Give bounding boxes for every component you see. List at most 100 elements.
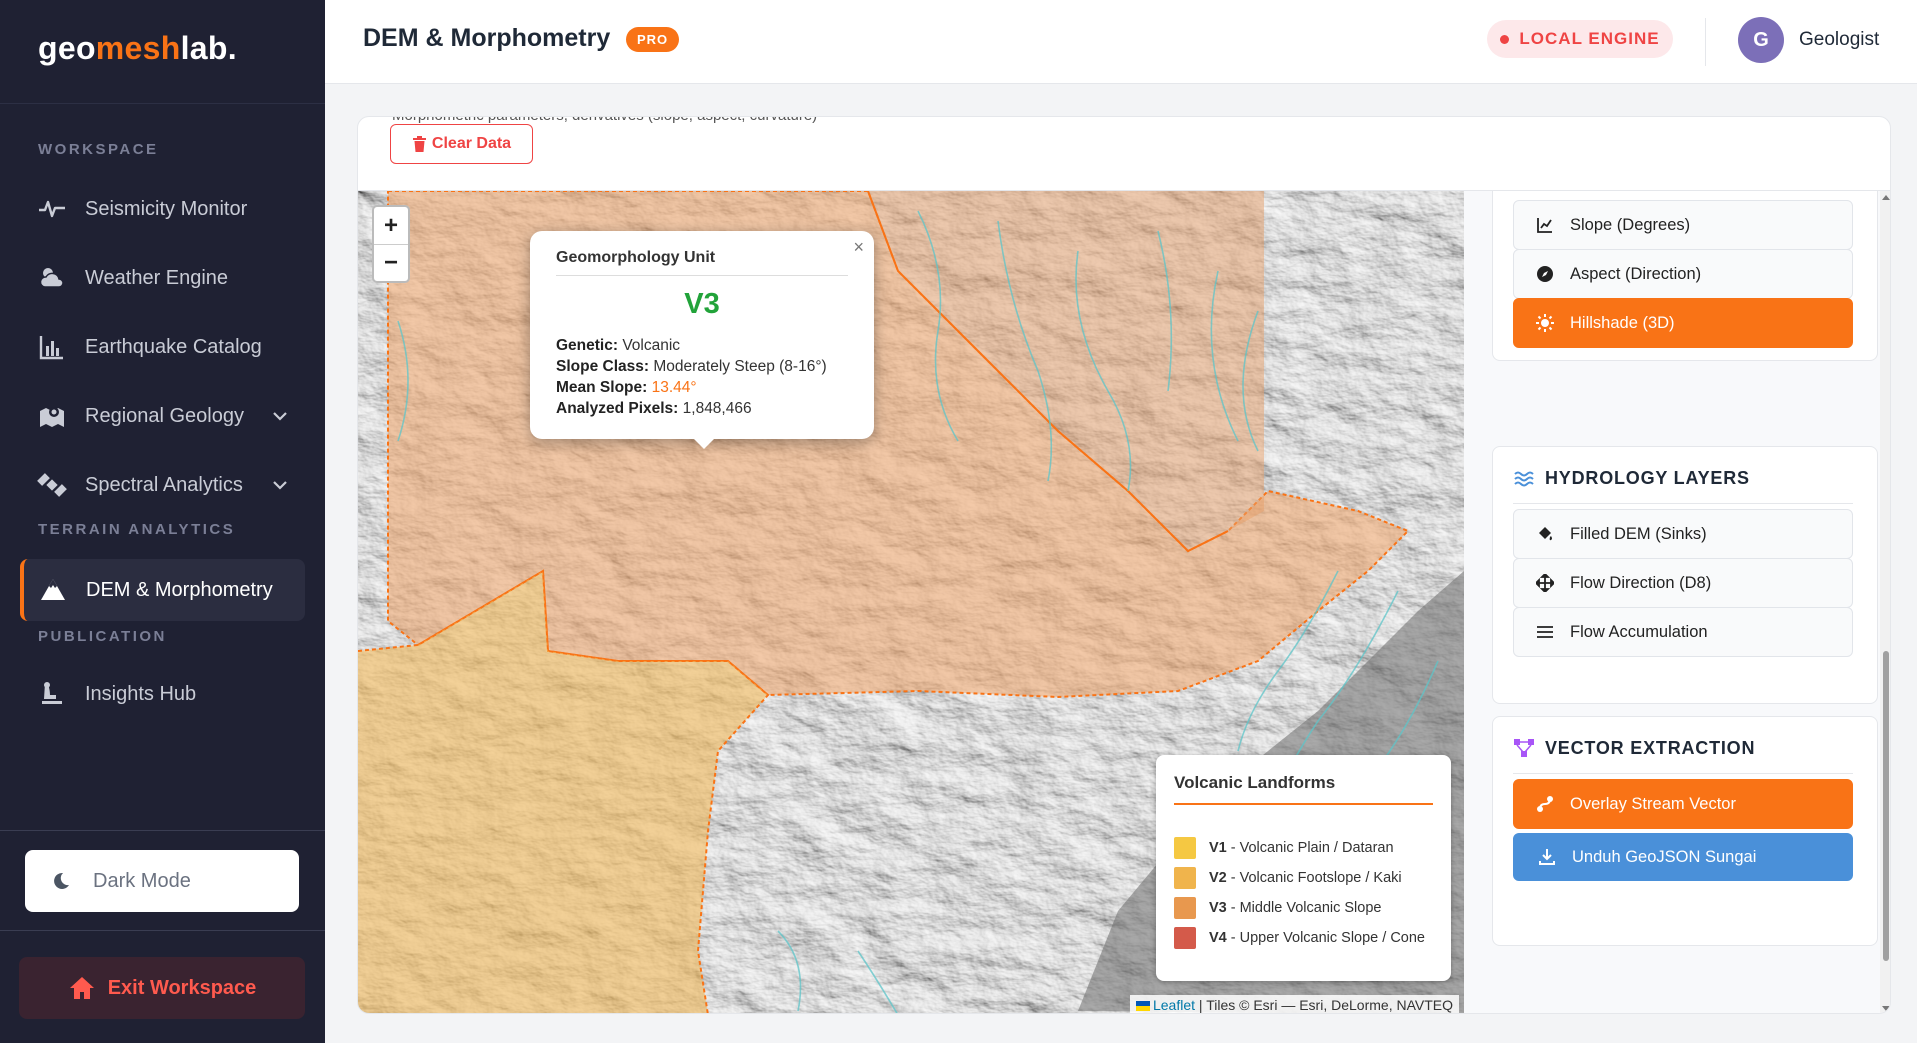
map-attribution: Leaflet | Tiles © Esri — Esri, DeLorme, … [1129, 995, 1459, 1013]
legend-code: V1 [1209, 840, 1227, 856]
popup-value: Moderately Steep (8-16°) [653, 358, 827, 375]
scroll-down-arrow[interactable] [1882, 1006, 1890, 1011]
sidebar-item-insights-hub[interactable]: Insights Hub [20, 663, 305, 725]
header-divider [1705, 18, 1706, 66]
popup-label: Mean Slope: [556, 379, 648, 396]
map-canvas[interactable]: + − × Geomorphology Unit V3 Genetic: Vol… [358, 191, 1464, 1013]
vector-title: VECTOR EXTRACTION [1545, 737, 1756, 758]
sidebar: geomeshlab. WORKSPACE Seismicity Monitor… [0, 0, 325, 1043]
logo-part-lab: lab. [180, 30, 237, 66]
button-label: Filled DEM (Sinks) [1570, 524, 1707, 543]
sidebar-item-seismicity-monitor[interactable]: Seismicity Monitor [20, 178, 305, 240]
legend-item-v4: V4- Upper Volcanic Slope / Cone [1174, 923, 1433, 953]
download-icon [1539, 849, 1555, 865]
section-label-publication: PUBLICATION [38, 628, 167, 645]
legend-item-v2: V2- Volcanic Footslope / Kaki [1174, 863, 1433, 893]
dem-workspace-card: Morphometric parameters, derivatives (sl… [357, 116, 1891, 1014]
filled-dem-button[interactable]: Filled DEM (Sinks) [1513, 509, 1853, 559]
button-label: Flow Direction (D8) [1570, 573, 1712, 592]
legend-swatch [1174, 867, 1196, 889]
vector-header: VECTOR EXTRACTION [1513, 737, 1853, 774]
user-name[interactable]: Geologist [1799, 29, 1879, 51]
logo-part-geo: geo [38, 30, 96, 66]
zoom-in-button[interactable]: + [374, 207, 408, 244]
popup-unit-code: V3 [684, 288, 720, 320]
button-label: Hillshade (3D) [1570, 313, 1675, 332]
avatar[interactable]: G [1738, 17, 1784, 63]
sidebar-item-spectral-analytics[interactable]: Spectral Analytics [20, 454, 305, 516]
satellite-icon [37, 473, 67, 497]
clear-data-label: Clear Data [431, 135, 512, 152]
sidebar-item-dem-morphometry[interactable]: DEM & Morphometry [20, 559, 305, 621]
download-geojson-button[interactable]: Unduh GeoJSON Sungai [1513, 833, 1853, 881]
sidebar-divider [0, 930, 325, 931]
popup-row-slope-class: Slope Class: Moderately Steep (8-16°) [556, 356, 848, 377]
legend-swatch [1174, 837, 1196, 859]
chevron-down-icon [273, 481, 287, 490]
sidebar-item-label: Regional Geology [85, 404, 244, 427]
popup-row-genetic: Genetic: Volcanic [556, 335, 848, 356]
button-label: Unduh GeoJSON Sungai [1572, 847, 1757, 866]
legend-code: V4 [1209, 930, 1227, 946]
flow-accumulation-button[interactable]: Flow Accumulation [1513, 607, 1853, 657]
button-label: Overlay Stream Vector [1570, 794, 1736, 813]
flow-direction-button[interactable]: Flow Direction (D8) [1513, 558, 1853, 608]
sidebar-item-weather-engine[interactable]: Weather Engine [20, 247, 305, 309]
zoom-control: + − [372, 205, 410, 283]
button-label: Slope (Degrees) [1570, 215, 1691, 234]
popup-value: 1,848,466 [682, 400, 752, 417]
logo-part-mesh: mesh [95, 30, 181, 66]
brand-logo[interactable]: geomeshlab. [0, 0, 325, 104]
legend-label: - Upper Volcanic Slope / Cone [1230, 930, 1425, 946]
legend-label: - Volcanic Plain / Dataran [1230, 840, 1394, 856]
popup-close-button[interactable]: × [853, 237, 864, 258]
panel-scrollbar[interactable] [1880, 191, 1890, 1013]
popup-label: Slope Class: [556, 358, 650, 375]
popup-value: 13.44° [651, 379, 697, 396]
scrollbar-thumb[interactable] [1883, 651, 1889, 961]
popup-label: Analyzed Pixels: [556, 400, 679, 417]
button-label: Aspect (Direction) [1570, 264, 1702, 283]
terrain-layers-box: Slope (Degrees) Aspect (Direction) Hills… [1492, 191, 1878, 361]
legend-item-v1: V1- Volcanic Plain / Dataran [1174, 833, 1433, 863]
clear-data-button[interactable]: Clear Data [390, 124, 533, 164]
button-label: Flow Accumulation [1570, 622, 1708, 641]
legend-code: V3 [1209, 900, 1227, 916]
sidebar-item-label: Earthquake Catalog [85, 335, 262, 358]
route-icon [1537, 796, 1553, 812]
sidebar-item-regional-geology[interactable]: Regional Geology [20, 385, 305, 447]
overlay-stream-vector-button[interactable]: Overlay Stream Vector [1513, 779, 1853, 829]
hydrology-title: HYDROLOGY LAYERS [1545, 467, 1750, 488]
sidebar-item-earthquake-catalog[interactable]: Earthquake Catalog [20, 316, 305, 378]
home-icon [69, 977, 94, 999]
aspect-direction-button[interactable]: Aspect (Direction) [1513, 249, 1853, 299]
map-marker-icon [40, 407, 64, 427]
sidebar-divider [0, 830, 325, 831]
attribution-text: | Tiles © Esri — Esri, DeLorme, NAVTEQ [1198, 997, 1453, 1013]
compass-icon [1537, 266, 1553, 282]
zoom-out-button[interactable]: − [374, 244, 408, 281]
legend-swatch [1174, 927, 1196, 949]
legend-label: - Volcanic Footslope / Kaki [1230, 870, 1402, 886]
chevron-down-icon [273, 412, 287, 421]
scroll-up-arrow[interactable] [1882, 195, 1890, 200]
sidebar-item-label: Weather Engine [85, 266, 229, 289]
presentation-icon [42, 682, 62, 704]
dark-mode-toggle[interactable]: Dark Mode [25, 850, 299, 912]
line-chart-icon [1537, 218, 1552, 233]
leaflet-link[interactable]: Leaflet [1153, 997, 1195, 1013]
dark-mode-label: Dark Mode [93, 869, 191, 892]
hydrology-header: HYDROLOGY LAYERS [1513, 467, 1853, 504]
sidebar-item-label: Spectral Analytics [85, 473, 243, 496]
exit-workspace-label: Exit Workspace [107, 976, 257, 999]
engine-status-badge: LOCAL ENGINE [1487, 20, 1673, 58]
hillshade-3d-button[interactable]: Hillshade (3D) [1513, 298, 1853, 348]
sidebar-item-label: Insights Hub [85, 682, 197, 705]
card-toolbar: Morphometric parameters, derivatives (sl… [358, 117, 1890, 191]
legend-code: V2 [1209, 870, 1227, 886]
exit-workspace-button[interactable]: Exit Workspace [19, 957, 305, 1019]
geomorphology-popup: × Geomorphology Unit V3 Genetic: Volcani… [530, 231, 874, 449]
vector-extraction-box: VECTOR EXTRACTION Overlay Stream Vector … [1492, 716, 1878, 946]
slope-degrees-button[interactable]: Slope (Degrees) [1513, 200, 1853, 250]
legend-label: - Middle Volcanic Slope [1230, 900, 1382, 916]
